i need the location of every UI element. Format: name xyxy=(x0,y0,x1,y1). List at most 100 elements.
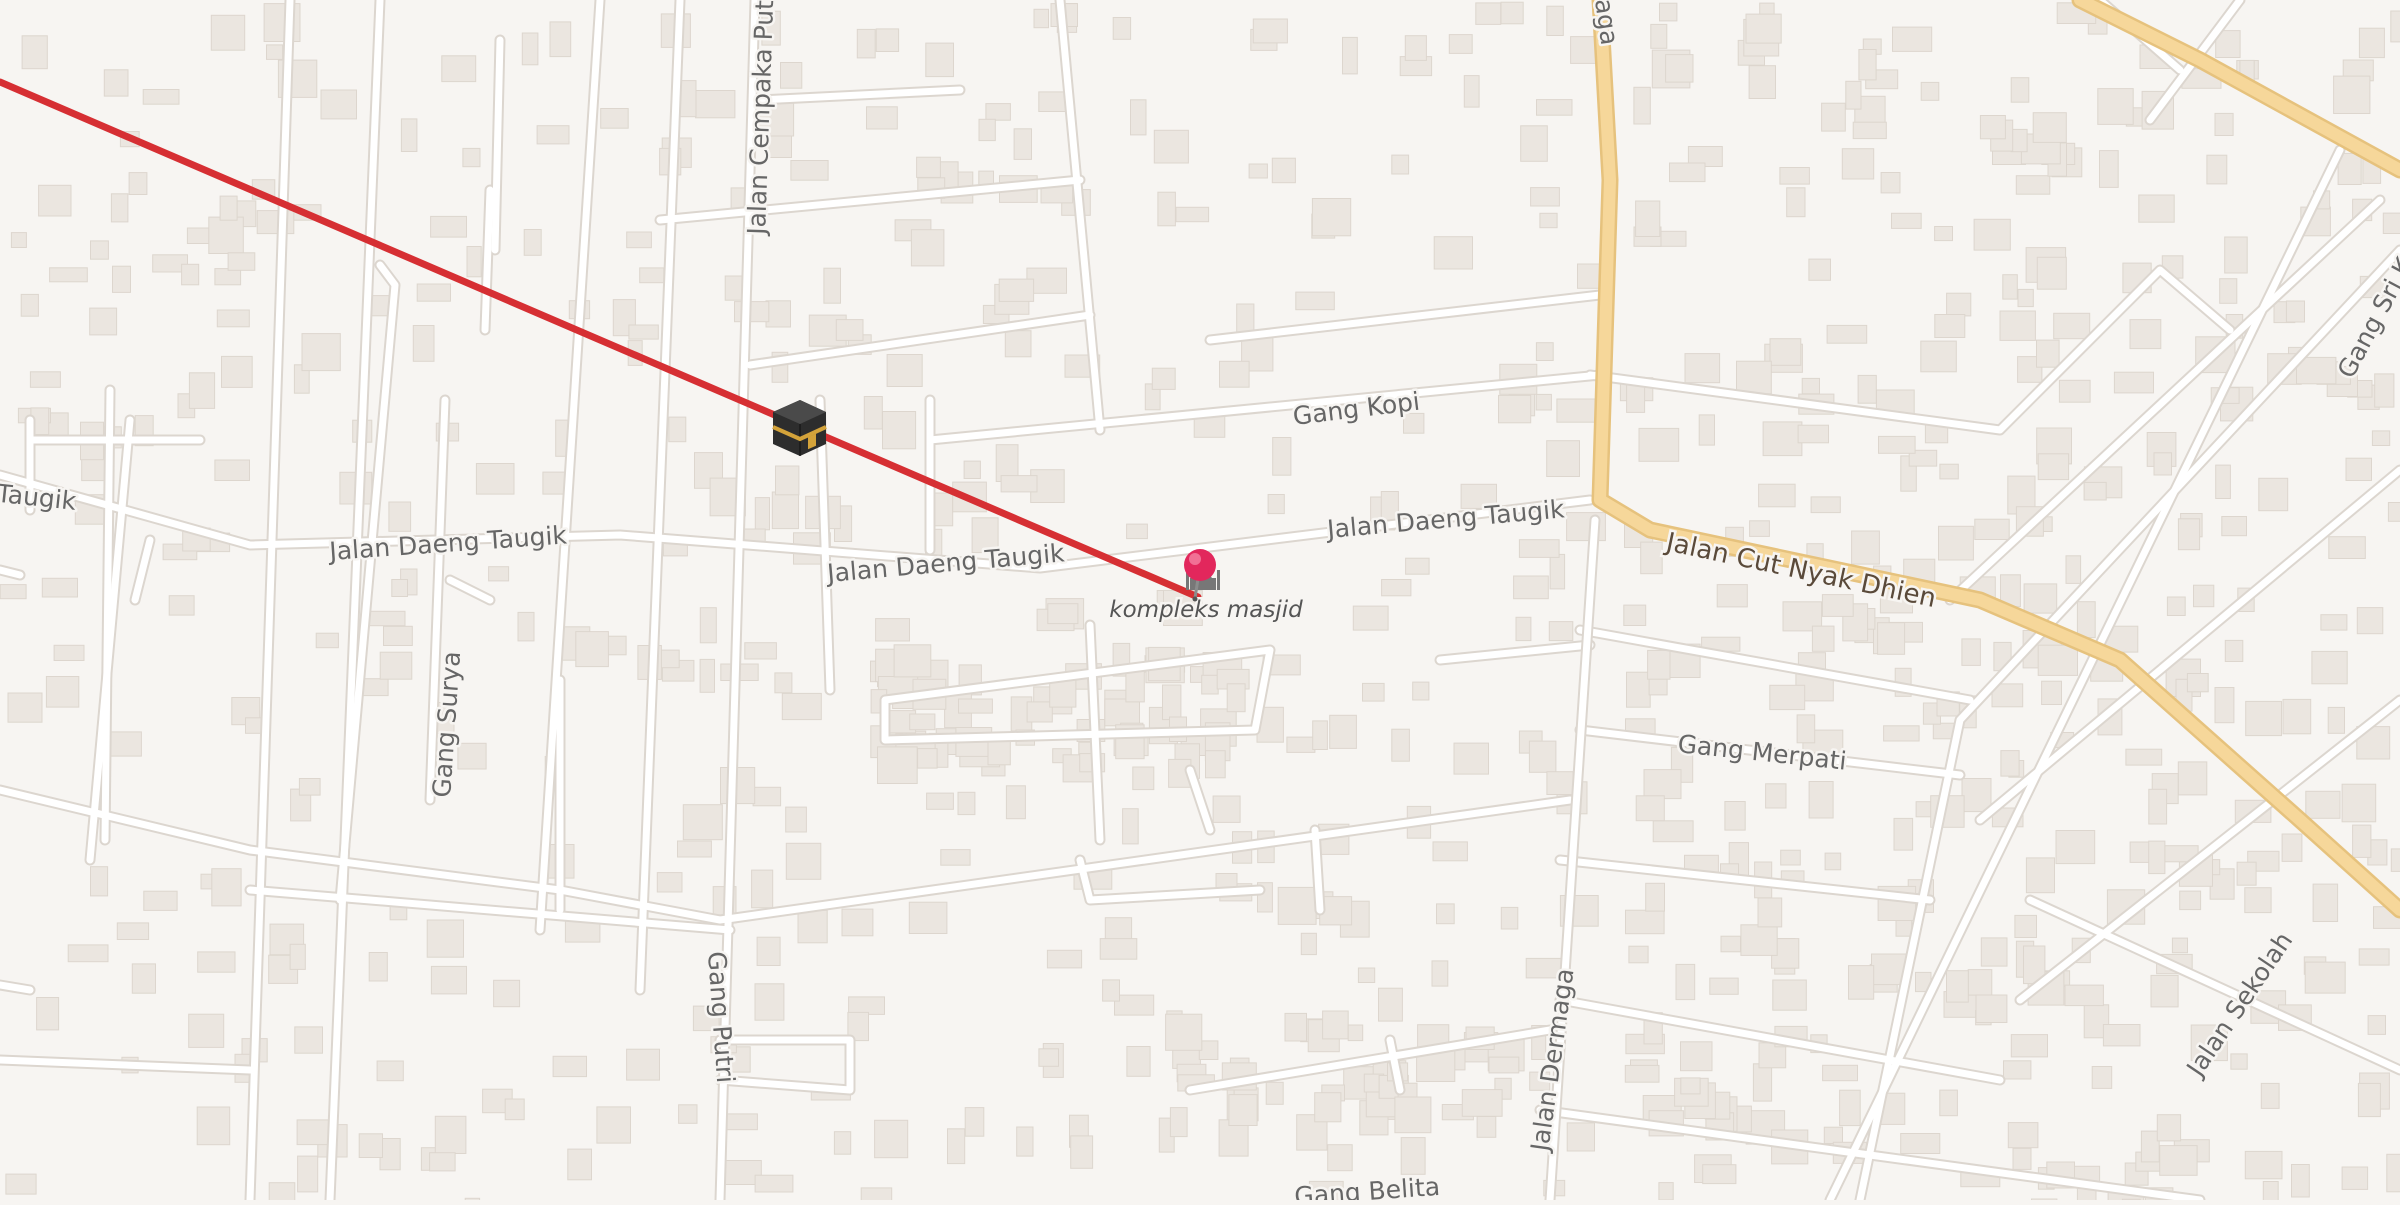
building xyxy=(1358,968,1374,983)
building xyxy=(782,693,821,719)
building xyxy=(1666,55,1693,83)
building xyxy=(640,268,664,283)
building xyxy=(1947,293,1971,316)
building xyxy=(111,194,128,222)
building xyxy=(1567,1123,1594,1151)
building xyxy=(2149,841,2165,874)
building xyxy=(917,157,941,177)
building xyxy=(1392,155,1409,174)
building xyxy=(215,460,250,481)
building xyxy=(1962,779,1991,812)
building xyxy=(212,869,241,906)
building xyxy=(132,964,155,993)
building xyxy=(1853,122,1886,138)
building xyxy=(1935,227,1953,241)
building xyxy=(1968,970,1992,996)
building xyxy=(755,984,784,1020)
building xyxy=(1878,623,1905,655)
building xyxy=(1842,149,1873,179)
map-canvas[interactable]: Jalan Cempaka Putih Taugik Jalan Daeng T… xyxy=(0,0,2400,1200)
building xyxy=(1100,939,1137,960)
building xyxy=(91,241,109,259)
building xyxy=(365,611,405,625)
building xyxy=(1330,715,1357,748)
building xyxy=(1531,188,1560,206)
building xyxy=(798,910,827,943)
building xyxy=(576,632,609,667)
building xyxy=(1825,853,1841,870)
building xyxy=(941,850,970,866)
building xyxy=(267,45,283,60)
building xyxy=(1636,201,1660,237)
building xyxy=(878,747,918,784)
building xyxy=(786,807,807,832)
building xyxy=(2321,615,2347,630)
building xyxy=(1557,399,1595,422)
building xyxy=(1780,168,1810,185)
building xyxy=(1434,237,1472,269)
building xyxy=(2215,113,2233,135)
building xyxy=(875,1120,908,1157)
building xyxy=(22,36,47,69)
building xyxy=(1550,554,1565,589)
building xyxy=(2305,962,2345,993)
building xyxy=(1549,622,1573,641)
building xyxy=(1758,898,1782,927)
building xyxy=(1884,726,1920,741)
building xyxy=(2306,791,2340,818)
building xyxy=(42,578,77,597)
building xyxy=(1379,988,1403,1021)
building xyxy=(297,1120,329,1145)
building xyxy=(700,659,714,692)
building xyxy=(836,320,863,341)
building xyxy=(1725,802,1745,831)
building xyxy=(2220,279,2237,304)
building xyxy=(1005,331,1031,357)
building xyxy=(431,966,466,994)
building xyxy=(1809,782,1833,819)
building xyxy=(679,1105,697,1124)
building xyxy=(2038,454,2068,480)
building xyxy=(1676,964,1695,999)
building xyxy=(959,699,993,713)
building xyxy=(1852,531,1880,564)
building xyxy=(68,945,108,962)
building xyxy=(2167,597,2185,616)
building xyxy=(1859,50,1876,80)
building xyxy=(550,22,571,57)
building xyxy=(1152,368,1175,389)
building xyxy=(1893,27,1932,51)
building xyxy=(1827,325,1867,343)
map-view[interactable]: Jalan Cempaka Putih Taugik Jalan Daeng T… xyxy=(0,0,2400,1200)
building xyxy=(683,805,722,840)
building xyxy=(1681,1042,1713,1071)
building xyxy=(1382,580,1411,596)
building xyxy=(269,1183,295,1200)
building xyxy=(1881,173,1900,193)
building xyxy=(1278,887,1316,924)
building xyxy=(1229,1095,1257,1126)
building xyxy=(2187,674,2208,692)
building xyxy=(246,718,263,734)
building xyxy=(2033,113,2066,143)
building xyxy=(1103,980,1120,1001)
building xyxy=(2160,1146,2197,1176)
building xyxy=(1154,130,1188,163)
building xyxy=(1315,1093,1341,1122)
building xyxy=(2368,1016,2385,1035)
building xyxy=(2151,975,2178,1007)
building xyxy=(143,90,179,105)
building xyxy=(1454,743,1489,774)
building xyxy=(1625,1065,1659,1082)
building xyxy=(2141,1131,2159,1162)
building xyxy=(1721,936,1741,952)
building xyxy=(2358,1083,2380,1116)
building xyxy=(0,585,26,599)
building xyxy=(2024,584,2057,613)
building xyxy=(2011,129,2027,151)
building xyxy=(1027,702,1052,722)
building xyxy=(2157,1115,2180,1141)
building xyxy=(1529,741,1556,772)
building xyxy=(215,269,241,285)
building xyxy=(1353,606,1388,630)
